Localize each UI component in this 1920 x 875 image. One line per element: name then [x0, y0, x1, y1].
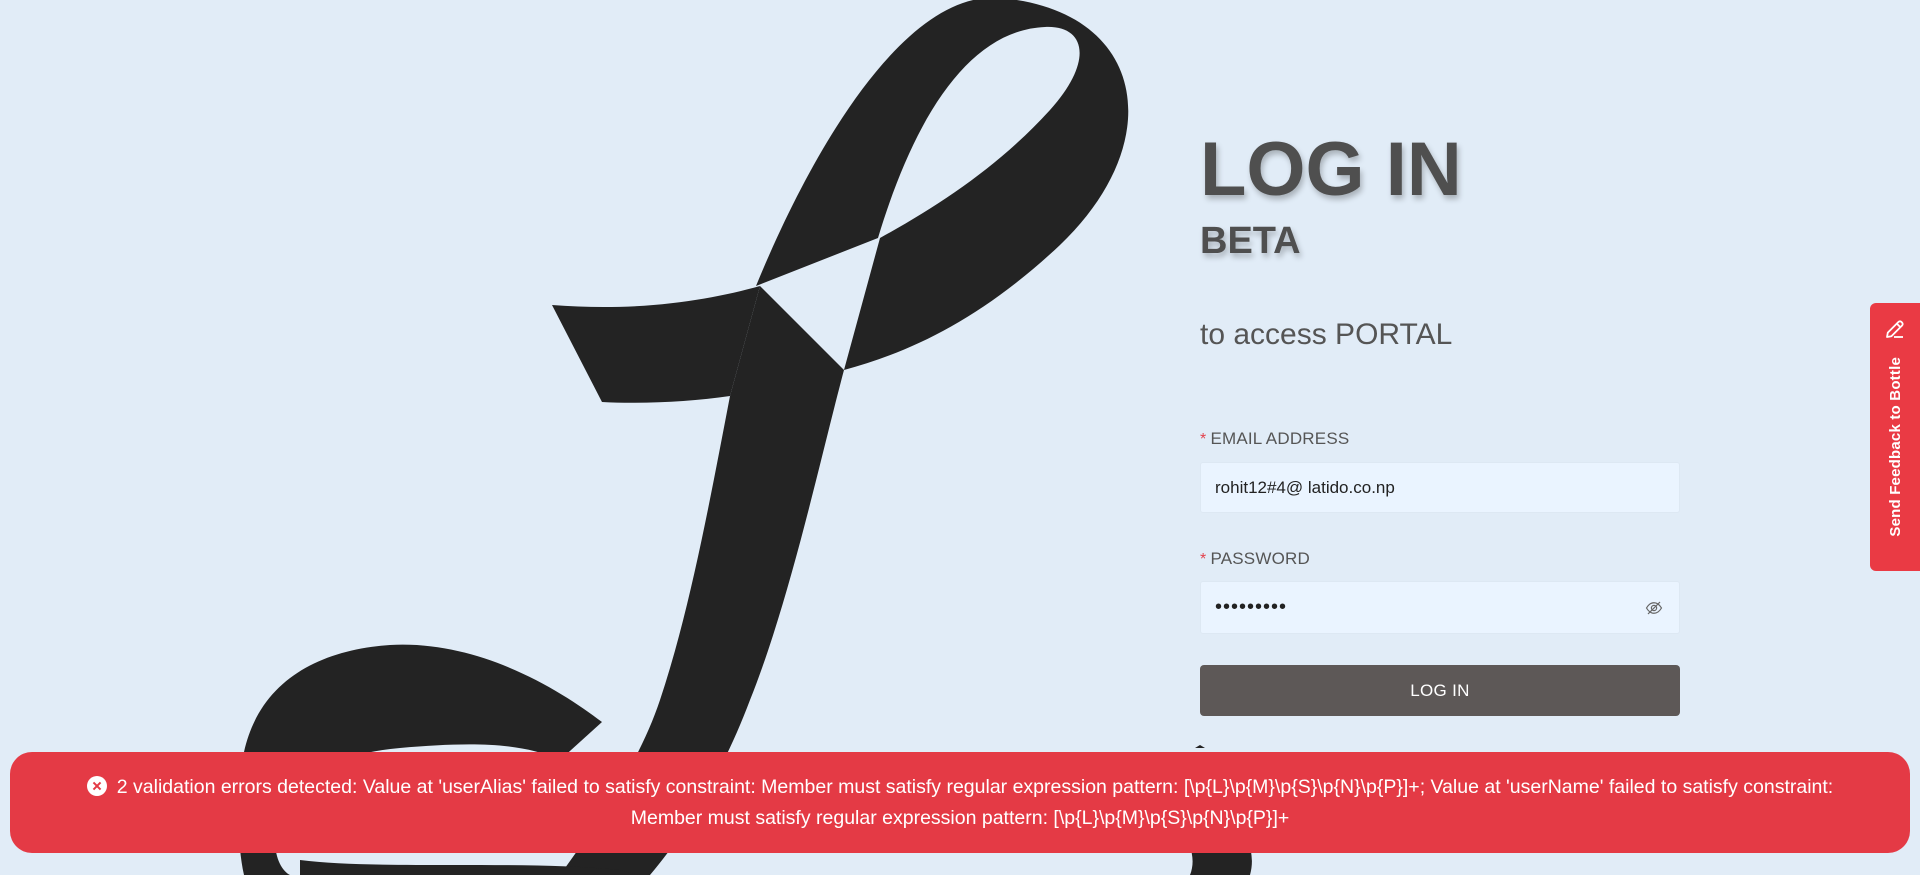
eye-slash-icon[interactable] — [1643, 597, 1665, 619]
error-toast: 2 validation errors detected: Value at '… — [10, 752, 1910, 853]
subtitle: to access PORTAL — [1200, 318, 1453, 351]
email-field-container — [1200, 462, 1680, 513]
pencil-icon — [1886, 320, 1904, 338]
error-message: 2 validation errors detected: Value at '… — [116, 775, 1834, 829]
password-field[interactable] — [1215, 582, 1643, 633]
email-label: * EMAIL ADDRESS — [1200, 430, 1349, 448]
feedback-label: Send Feedback to Bottle — [1886, 357, 1904, 537]
required-marker: * — [1200, 551, 1207, 568]
error-message-wrapper: 2 validation errors detected: Value at '… — [50, 772, 1870, 834]
brand-logo-mark — [238, 0, 1252, 875]
password-label-text: PASSWORD — [1210, 549, 1310, 568]
required-marker: * — [1200, 431, 1207, 448]
password-label: * PASSWORD — [1200, 550, 1310, 568]
password-field-container — [1200, 581, 1680, 634]
close-circle-icon[interactable] — [86, 775, 107, 796]
login-button[interactable]: LOG IN — [1200, 665, 1680, 716]
page-title: LOG IN — [1200, 127, 1462, 212]
send-feedback-tab[interactable]: Send Feedback to Bottle — [1870, 303, 1920, 571]
email-label-text: EMAIL ADDRESS — [1210, 429, 1350, 448]
beta-label: BETA — [1200, 220, 1301, 262]
email-field[interactable] — [1215, 463, 1665, 512]
